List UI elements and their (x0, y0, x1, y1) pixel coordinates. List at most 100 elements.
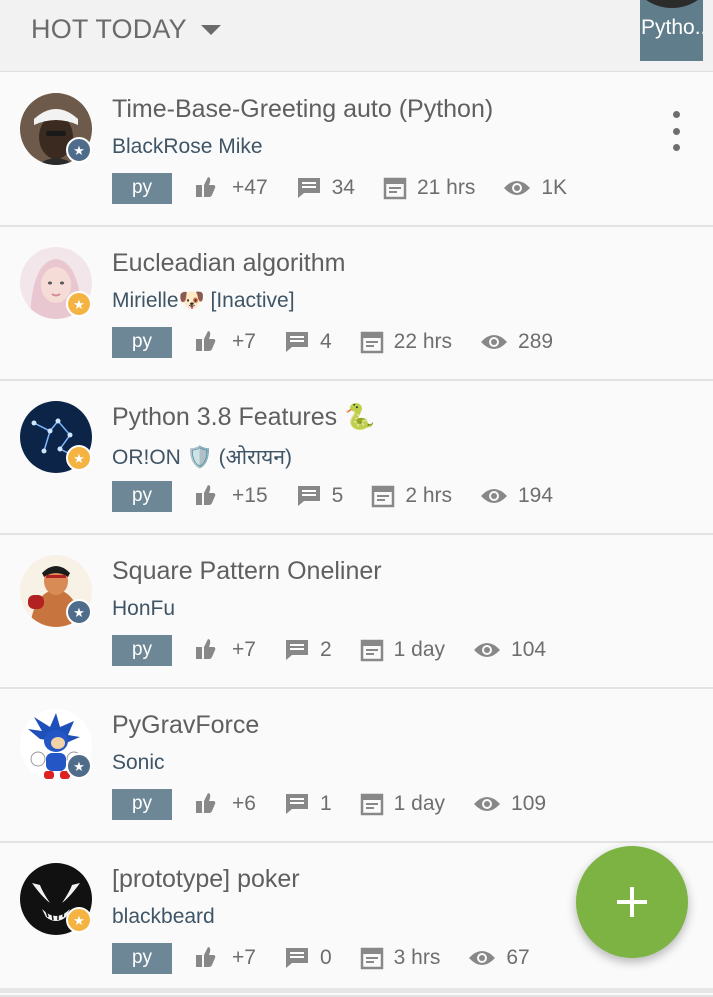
plus-icon (617, 887, 647, 917)
views-count: 67 (506, 946, 530, 969)
post-author[interactable]: Mirielle🐶 [Inactive] (112, 289, 295, 313)
filter-label: HOT TODAY (31, 13, 187, 44)
views-stat: 67 (468, 946, 530, 970)
feed-item[interactable]: ★ Eucleadian algorithm Mirielle🐶 [Inacti… (0, 227, 713, 381)
calendar-icon (360, 793, 383, 816)
thumbs-icon (196, 177, 216, 197)
add-code-button[interactable] (576, 846, 688, 958)
time-ago: 1 day (393, 792, 446, 815)
feed-item[interactable]: ★ Square Pattern Oneliner HonFu py +7 2 … (0, 535, 713, 689)
comments-count: 5 (331, 484, 344, 507)
post-title[interactable]: [prototype] poker (112, 865, 300, 894)
feed-item[interactable]: ★ Time-Base-Greeting auto (Python) Black… (0, 73, 713, 227)
calendar-icon (383, 177, 407, 200)
eye-icon (474, 797, 501, 811)
time-ago: 3 hrs (393, 946, 441, 969)
comments-stat: 1 (284, 792, 332, 816)
time-stat: 1 day (360, 792, 445, 816)
post-author[interactable]: blackbeard (112, 905, 215, 929)
language-tag[interactable]: py (112, 172, 172, 204)
comments-count: 1 (319, 792, 332, 815)
feed-item[interactable]: ★ Python 3.8 Features 🐍 OR!ON 🛡️ (ओरायन)… (0, 381, 713, 535)
comment-icon (297, 178, 320, 198)
views-count: 194 (518, 484, 554, 507)
views-count: 104 (511, 638, 547, 661)
post-author[interactable]: Sonic (112, 751, 165, 775)
votes-stat: +7 (194, 329, 256, 355)
post-author[interactable]: BlackRose Mike (112, 135, 263, 159)
language-avatar-icon (640, 0, 703, 8)
views-stat: 289 (480, 330, 553, 354)
votes-count: +47 (232, 176, 268, 199)
rank-badge-icon: ★ (66, 137, 92, 163)
post-stats: py +7 0 3 hrs 67 (112, 942, 558, 974)
time-stat: 21 hrs (383, 176, 475, 200)
comments-count: 34 (331, 176, 355, 199)
post-author[interactable]: OR!ON 🛡️ (ओरायन) (112, 443, 292, 471)
rank-badge-icon: ★ (66, 753, 92, 779)
thumbs-icon (196, 947, 216, 967)
eye-icon (474, 643, 501, 657)
language-tag[interactable]: py (112, 788, 172, 820)
calendar-icon (372, 485, 395, 508)
votes-count: +6 (232, 792, 256, 815)
post-stats: py +47 34 21 hrs 1K (112, 172, 595, 204)
dropdown-caret-icon (200, 25, 221, 35)
time-stat: 2 hrs (371, 484, 452, 508)
calendar-icon (360, 639, 383, 662)
votes-count: +15 (232, 484, 268, 507)
filter-dropdown[interactable]: HOT TODAY (31, 12, 221, 46)
thumbs-icon (196, 793, 216, 813)
thumbs-icon (196, 485, 216, 505)
eye-icon (481, 335, 508, 349)
calendar-icon (360, 947, 383, 970)
comments-stat: 4 (284, 330, 332, 354)
post-title[interactable]: PyGravForce (112, 711, 259, 740)
views-count: 1K (541, 176, 568, 199)
post-title[interactable]: Eucleadian algorithm (112, 249, 345, 278)
more-options-icon[interactable] (668, 111, 684, 151)
views-count: 289 (518, 330, 554, 353)
language-filter-tab[interactable]: Pytho.. (640, 0, 703, 61)
post-stats: py +6 1 1 day 109 (112, 788, 574, 820)
votes-stat: +7 (194, 945, 256, 971)
comment-icon (285, 332, 308, 352)
thumbs-icon (196, 331, 216, 351)
post-title[interactable]: Python 3.8 Features 🐍 (112, 403, 375, 432)
comments-stat: 5 (296, 484, 344, 508)
feed-item[interactable]: ★ PyGravForce Sonic py +6 1 1 day 109 (0, 689, 713, 843)
post-title[interactable]: Square Pattern Oneliner (112, 557, 382, 586)
language-tag[interactable]: py (112, 326, 172, 358)
comments-count: 2 (319, 638, 332, 661)
comments-count: 4 (319, 330, 332, 353)
rank-badge-icon: ★ (66, 907, 92, 933)
thumbs-icon (196, 639, 216, 659)
top-bar: HOT TODAY Pytho.. (0, 0, 713, 72)
post-stats: py +7 2 1 day 104 (112, 634, 574, 666)
language-tag[interactable]: py (112, 480, 172, 512)
comments-count: 0 (319, 946, 332, 969)
post-author[interactable]: HonFu (112, 597, 175, 621)
rank-badge-icon: ★ (66, 291, 92, 317)
votes-stat: +7 (194, 637, 256, 663)
bottom-divider (0, 988, 713, 993)
language-tag[interactable]: py (112, 942, 172, 974)
calendar-icon (360, 331, 383, 354)
language-tab-label: Pytho.. (641, 16, 703, 39)
votes-count: +7 (232, 638, 256, 661)
time-ago: 22 hrs (393, 330, 453, 353)
comments-stat: 2 (284, 638, 332, 662)
votes-count: +7 (232, 946, 256, 969)
rank-badge-icon: ★ (66, 599, 92, 625)
time-stat: 22 hrs (360, 330, 452, 354)
views-stat: 109 (473, 792, 546, 816)
votes-stat: +47 (194, 175, 268, 201)
language-tag[interactable]: py (112, 634, 172, 666)
comment-icon (285, 640, 308, 660)
views-stat: 194 (480, 484, 553, 508)
post-stats: py +15 5 2 hrs 194 (112, 480, 581, 512)
votes-count: +7 (232, 330, 256, 353)
comment-icon (297, 486, 320, 506)
votes-stat: +15 (194, 483, 268, 509)
post-title[interactable]: Time-Base-Greeting auto (Python) (112, 95, 493, 124)
